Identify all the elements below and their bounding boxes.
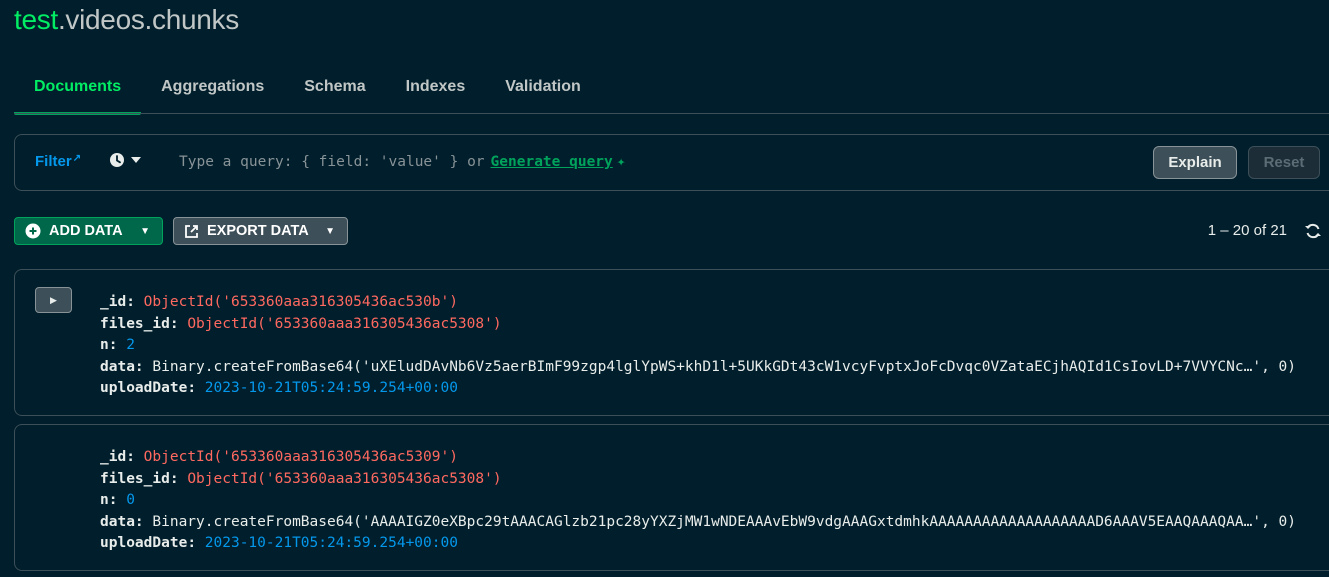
field-key: _id xyxy=(100,449,127,465)
filter-link[interactable]: Filter↗ xyxy=(35,153,81,170)
pagination-text: 1 – 20 of 21 xyxy=(1207,222,1287,239)
field-value: ObjectId('653360aaa316305436ac5309') xyxy=(143,449,458,465)
chevron-down-icon: ▼ xyxy=(325,225,335,237)
document-card[interactable]: ▶ _id: ObjectId('653360aaa316305436ac530… xyxy=(14,269,1329,416)
export-icon xyxy=(184,224,199,239)
field-key: files_id xyxy=(100,315,170,332)
reset-button[interactable]: Reset xyxy=(1248,146,1320,179)
plus-circle-icon xyxy=(25,223,41,239)
field-key: n xyxy=(100,492,109,508)
document-card[interactable]: _id: ObjectId('653360aaa316305436ac5309'… xyxy=(14,424,1329,571)
field-row: uploadDate: 2023-10-21T05:24:59.254+00:0… xyxy=(100,535,458,551)
refresh-icon[interactable] xyxy=(1303,221,1323,246)
field-key: data xyxy=(100,513,135,530)
tabs-divider xyxy=(14,113,1329,114)
field-key: uploadDate xyxy=(100,380,188,396)
query-placeholder: Type a query: { field: 'value' } or xyxy=(179,154,485,170)
field-key: files_id xyxy=(100,470,170,487)
export-data-button[interactable]: EXPORT DATA ▼ xyxy=(173,217,348,245)
field-key: uploadDate xyxy=(100,535,188,551)
query-history-button[interactable] xyxy=(109,152,141,168)
query-input[interactable]: Type a query: { field: 'value' } or Gener… xyxy=(179,154,626,170)
collection-title: test.videos.chunks xyxy=(14,4,239,36)
field-key: data xyxy=(100,358,135,375)
explain-button[interactable]: Explain xyxy=(1153,146,1237,179)
field-value: 2 xyxy=(126,337,135,353)
field-row: n: 2 xyxy=(100,337,135,353)
field-row: data: Binary.createFromBase64('AAAAIGZ0e… xyxy=(100,513,1296,530)
collection-name: .videos.chunks xyxy=(57,4,239,35)
field-value: Binary.createFromBase64('AAAAIGZ0eXBpc29… xyxy=(152,513,1296,530)
collection-tabs: Documents Aggregations Schema Indexes Va… xyxy=(14,70,601,115)
field-value: 0 xyxy=(126,492,135,508)
field-row: _id: ObjectId('653360aaa316305436ac5309'… xyxy=(100,449,458,465)
clock-icon xyxy=(110,153,124,167)
query-bar: Filter↗ Type a query: { field: 'value' }… xyxy=(14,134,1329,191)
field-row: uploadDate: 2023-10-21T05:24:59.254+00:0… xyxy=(100,380,458,396)
field-value: 2023-10-21T05:24:59.254+00:00 xyxy=(204,535,458,551)
tab-aggregations[interactable]: Aggregations xyxy=(141,70,284,112)
chevron-down-icon xyxy=(131,157,141,163)
field-value: ObjectId('653360aaa316305436ac5308') xyxy=(187,315,502,332)
field-row: files_id: ObjectId('653360aaa316305436ac… xyxy=(100,315,502,332)
caret-right-icon: ▶ xyxy=(50,294,57,305)
document-fields: _id: ObjectId('653360aaa316305436ac530b'… xyxy=(100,292,1296,400)
tab-documents[interactable]: Documents xyxy=(14,70,142,115)
document-fields: _id: ObjectId('653360aaa316305436ac5309'… xyxy=(100,447,1296,555)
export-data-label: EXPORT DATA xyxy=(207,223,309,239)
expand-document-button[interactable]: ▶ xyxy=(35,287,72,313)
field-value: ObjectId('653360aaa316305436ac5308') xyxy=(187,470,502,487)
field-value: 2023-10-21T05:24:59.254+00:00 xyxy=(204,380,458,396)
field-row: _id: ObjectId('653360aaa316305436ac530b'… xyxy=(100,294,458,310)
field-key: _id xyxy=(100,294,127,310)
tab-validation[interactable]: Validation xyxy=(485,70,601,112)
database-name[interactable]: test xyxy=(14,4,58,35)
field-row: files_id: ObjectId('653360aaa316305436ac… xyxy=(100,470,502,487)
tab-indexes[interactable]: Indexes xyxy=(386,70,486,112)
sparkle-icon: ✦ xyxy=(616,154,626,170)
tab-schema[interactable]: Schema xyxy=(284,70,385,112)
field-row: n: 0 xyxy=(100,492,135,508)
field-value: ObjectId('653360aaa316305436ac530b') xyxy=(143,294,458,310)
generate-query-link[interactable]: Generate query xyxy=(491,154,613,170)
field-row: data: Binary.createFromBase64('uXEludDAv… xyxy=(100,358,1296,375)
field-value: Binary.createFromBase64('uXEludDAvNb6Vz5… xyxy=(152,358,1296,375)
chevron-down-icon: ▼ xyxy=(140,225,150,237)
add-data-label: ADD DATA xyxy=(49,223,123,239)
add-data-button[interactable]: ADD DATA ▼ xyxy=(14,217,163,245)
filter-label: Filter xyxy=(35,153,72,170)
field-key: n xyxy=(100,337,109,353)
external-link-icon: ↗ xyxy=(72,153,82,164)
